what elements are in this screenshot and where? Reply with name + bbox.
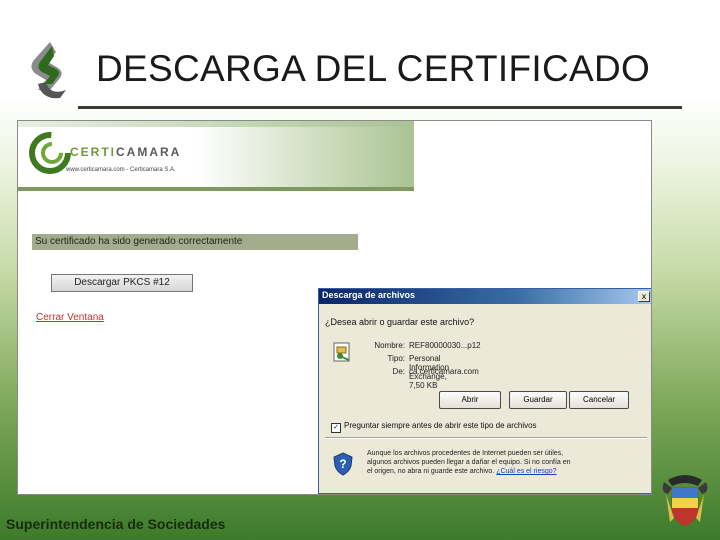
title-underline [78, 106, 682, 109]
brand-url: www.certicamara.com - Certicamara S.A. [66, 167, 176, 173]
dialog-question: ¿Desea abrir o guardar este archivo? [325, 317, 475, 327]
pfx-file-icon [333, 342, 350, 362]
dialog-title-bar[interactable]: Descarga de archivos x [319, 289, 651, 304]
browser-screenshot: CERTICAMARA www.certicamara.com - Certic… [17, 120, 652, 495]
brand-part-certi: CERTI [70, 145, 116, 159]
save-button[interactable]: Guardar [509, 391, 567, 409]
dialog-close-button[interactable]: x [638, 291, 650, 302]
field-type-label: Tipo: [387, 354, 406, 363]
supersociedades-logo-icon [31, 42, 66, 99]
field-from-label: De: [392, 367, 405, 376]
field-name-value: REF80000030...p12 [409, 341, 481, 350]
svg-text:?: ? [339, 457, 346, 471]
open-button[interactable]: Abrir [439, 391, 501, 409]
brand-part-camara: CAMARA [116, 145, 182, 159]
cancel-button[interactable]: Cancelar [569, 391, 629, 409]
warning-line-1: Aunque los archivos procedentes de Inter… [367, 450, 564, 457]
file-download-dialog: Descarga de archivos x ¿Desea abrir o gu… [318, 288, 651, 494]
risk-info-link[interactable]: ¿Cuál es el riesgo? [496, 468, 556, 475]
banner-top-stripe [18, 121, 414, 127]
always-ask-checkbox-row[interactable]: ✓ Preguntar siempre antes de abrir este t… [331, 421, 537, 433]
dialog-separator [325, 437, 647, 439]
download-warning: Aunque los archivos procedentes de Inter… [367, 449, 627, 476]
certicamara-banner: CERTICAMARA www.certicamara.com - Certic… [18, 121, 414, 191]
download-pkcs12-button[interactable]: Descargar PKCS #12 [51, 274, 193, 292]
field-from-value: ca.certicamara.com [409, 367, 479, 376]
certicamara-brand: CERTICAMARA [70, 145, 181, 159]
dialog-title: Descarga de archivos [322, 290, 416, 300]
warning-line-2: algunos archivos pueden llegar a dañar e… [367, 459, 571, 466]
footer-organization: Superintendencia de Sociedades [6, 516, 226, 532]
colombia-coat-of-arms-icon [662, 475, 708, 527]
warning-line-3: el origen, no abra ni guarde este archiv… [367, 468, 495, 475]
warning-line-3-row: el origen, no abra ni guarde este archiv… [367, 467, 627, 476]
security-shield-icon: ? [333, 452, 353, 476]
success-message: Su certificado ha sido generado correcta… [32, 234, 358, 250]
close-icon: x [641, 292, 647, 301]
always-ask-checkbox[interactable]: ✓ [331, 423, 341, 433]
always-ask-label: Preguntar siempre antes de abrir este ti… [344, 421, 537, 430]
slide-title: DESCARGA DEL CERTIFICADO [96, 48, 651, 89]
field-name-label: Nombre: [374, 341, 405, 350]
close-window-link[interactable]: Cerrar Ventana [36, 312, 104, 323]
